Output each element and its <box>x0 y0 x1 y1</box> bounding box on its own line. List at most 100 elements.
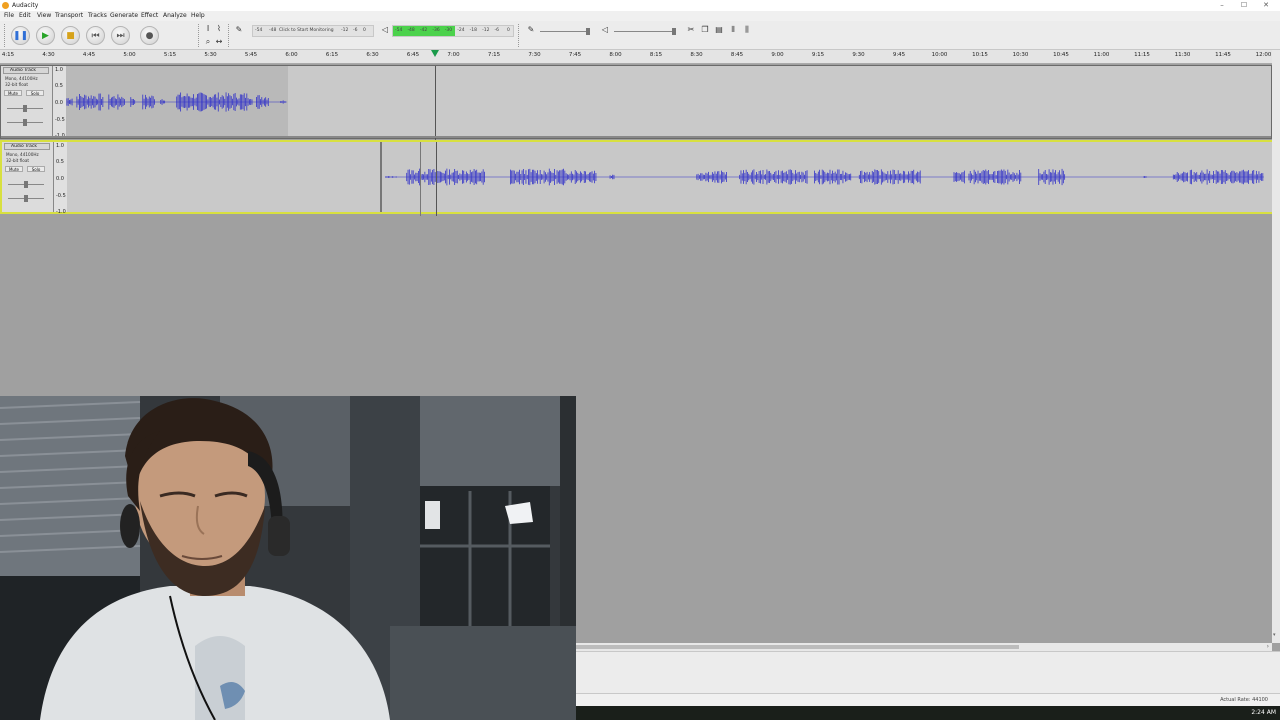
track-resize-handle[interactable] <box>1 136 1271 138</box>
playback-volume-icon: ◁ <box>601 25 609 34</box>
meter-tick: -6 <box>494 28 500 33</box>
audio-track[interactable]: ✕ Audio Track Mono, 44100Hz 32-bit float… <box>0 65 1272 140</box>
meter-tick: -36 <box>432 28 440 33</box>
taskbar-clock: 2:24 AM <box>1251 709 1276 716</box>
playback-volume-slider[interactable] <box>614 31 674 32</box>
menu-help[interactable]: Help <box>191 12 205 19</box>
minimize-button[interactable]: – <box>1212 1 1232 10</box>
menu-file[interactable]: File <box>4 12 14 19</box>
pause-icon: ❚❚ <box>12 31 29 41</box>
menu-transport[interactable]: Transport <box>55 12 83 19</box>
ruler-tick-label: 7:30 <box>528 52 541 58</box>
ruler-tick-label: 11:45 <box>1215 52 1231 58</box>
meter-tick: -42 <box>419 28 428 33</box>
trim-icon[interactable]: ⫴ <box>728 25 738 35</box>
skip-start-button[interactable]: ⏮ <box>86 26 105 45</box>
playhead-marker-icon[interactable] <box>431 50 439 57</box>
speaker-icon: ◁ <box>381 25 389 34</box>
copy-icon[interactable]: ❐ <box>700 25 710 35</box>
ruler-tick-label: 9:00 <box>771 52 784 58</box>
scroll-right-icon[interactable]: › <box>1267 643 1269 650</box>
record-meter-hint: Click to Start Monitoring <box>279 28 334 33</box>
ruler-tick-label: 7:15 <box>487 52 501 58</box>
ruler-tick-label: 5:15 <box>163 52 177 58</box>
toolbar-grip[interactable] <box>228 24 231 47</box>
ruler-tick-label: 12:00 <box>1255 52 1272 58</box>
ruler-tick-label: 11:15 <box>1134 52 1150 58</box>
menu-analyze[interactable]: Analyze <box>163 12 187 19</box>
selection-tool-icon[interactable]: I <box>203 24 213 34</box>
scroll-down-icon[interactable]: ▾ <box>1273 632 1276 638</box>
ruler-tick-label: 5:45 <box>244 52 258 58</box>
menu-bar: File Edit View Transport Tracks Generate… <box>0 11 1280 21</box>
edit-cursor <box>420 142 421 216</box>
menu-generate[interactable]: Generate <box>110 12 138 19</box>
ruler-tick-label: 7:45 <box>568 52 582 58</box>
record-icon: ● <box>145 31 154 41</box>
microphone-icon: ✎ <box>235 25 243 34</box>
ruler-tick-label: 10:00 <box>931 52 948 58</box>
toolbar: ❚❚ ▶ ■ ⏮ ⏭ ● I ⌇ ⌕ ↔ ✎ -54 -48 Click to Start… <box>0 21 1280 50</box>
silence-icon[interactable]: ⫼ <box>742 25 752 35</box>
meter-tick: -54 <box>395 28 403 33</box>
meter-tick: -12 <box>341 28 349 33</box>
menu-edit[interactable]: Edit <box>19 12 31 19</box>
ruler-tick-label: 9:30 <box>852 52 865 58</box>
ruler-tick-label: 11:30 <box>1174 52 1191 58</box>
record-button[interactable]: ● <box>140 26 159 45</box>
zoom-tool-icon[interactable]: ⌕ <box>203 37 213 47</box>
toolbar-grip[interactable] <box>518 24 521 47</box>
recording-volume-slider[interactable] <box>540 31 590 32</box>
meter-tick: -6 <box>353 28 358 33</box>
pause-button[interactable]: ❚❚ <box>11 26 30 45</box>
play-icon: ▶ <box>42 31 49 41</box>
webcam-feed <box>0 396 576 720</box>
skip-end-button[interactable]: ⏭ <box>111 26 130 45</box>
menu-view[interactable]: View <box>37 12 51 19</box>
playback-cursor <box>435 66 436 140</box>
meter-tick: -18 <box>469 28 478 33</box>
skip-start-icon: ⏮ <box>91 31 100 41</box>
envelope-tool-icon[interactable]: ⌇ <box>214 24 224 34</box>
recording-volume-knob[interactable] <box>586 28 590 35</box>
play-button[interactable]: ▶ <box>36 26 55 45</box>
webcam-overlay <box>0 396 576 720</box>
waveform <box>66 92 287 112</box>
vertical-scrollbar[interactable]: ▾ <box>1272 50 1280 643</box>
ruler-tick-label: 4:45 <box>82 52 96 58</box>
ruler-tick-label: 6:15 <box>325 52 339 58</box>
audio-track-selected[interactable]: ✕ Audio Track Mono, 44100Hz 32-bit float… <box>0 140 1272 216</box>
record-meter[interactable]: -54 -48 Click to Start Monitoring -12 -6… <box>252 25 374 37</box>
meter-tick: -54 <box>255 28 263 33</box>
ruler-tick-label: 9:15 <box>811 52 825 58</box>
waveform <box>385 168 1265 186</box>
menu-tracks[interactable]: Tracks <box>88 12 107 19</box>
horizontal-scroll-thumb[interactable] <box>576 645 1019 649</box>
ruler-tick-label: 10:30 <box>1012 52 1029 58</box>
window-title: Audacity <box>12 2 39 9</box>
status-bar: Actual Rate: 44100 <box>576 693 1280 706</box>
playback-cursor <box>436 142 437 216</box>
ruler-tick-label: 11:00 <box>1093 52 1110 58</box>
horizontal-scrollbar[interactable]: › <box>576 643 1272 651</box>
maximize-button[interactable]: ☐ <box>1234 1 1254 10</box>
toolbar-grip[interactable] <box>4 24 7 47</box>
timeshift-tool-icon[interactable]: ↔ <box>214 37 224 47</box>
timeline-ruler[interactable]: 4:15 4:30 4:45 5:00 5:15 5:30 5:45 6:00 6:15 6:30… <box>0 50 1272 64</box>
cut-icon[interactable]: ✂ <box>686 25 696 35</box>
close-button[interactable]: ✕ <box>1256 1 1276 10</box>
meter-tick: -30 <box>444 28 453 33</box>
playback-meter[interactable]: -54 -48 -42 -36 -30 -24 -18 -12 -6 0 <box>392 25 514 37</box>
stop-button[interactable]: ■ <box>61 26 80 45</box>
mic-volume-icon: ✎ <box>527 25 535 34</box>
playback-volume-knob[interactable] <box>672 28 676 35</box>
meter-tick: -48 <box>269 28 277 33</box>
os-taskbar: 2:24 AM <box>576 706 1280 720</box>
meter-tick: 0 <box>363 28 366 33</box>
title-bar: Audacity – ☐ ✕ <box>0 0 1280 11</box>
meter-tick: 0 <box>507 28 510 33</box>
menu-effect[interactable]: Effect <box>141 12 158 19</box>
paste-icon[interactable]: ▤ <box>714 25 724 35</box>
toolbar-grip[interactable] <box>198 24 201 47</box>
skip-end-icon: ⏭ <box>116 31 125 41</box>
